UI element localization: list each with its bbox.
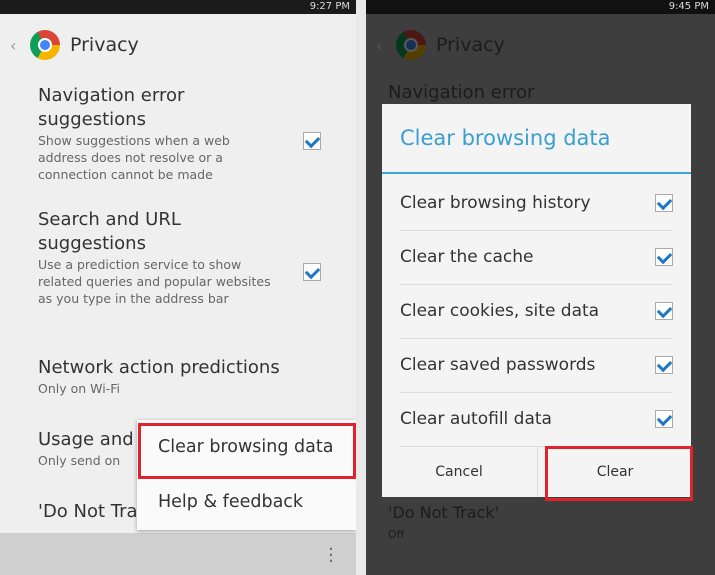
option-label: Clear the cache <box>400 247 534 267</box>
action-bar: ‹ Privacy <box>0 14 356 76</box>
action-bar: ‹ Privacy <box>366 14 715 76</box>
setting-navigation-error[interactable]: Navigation error suggestions Show sugges… <box>38 84 276 183</box>
checkbox-icon[interactable] <box>655 410 673 428</box>
chrome-logo-icon[interactable] <box>396 30 426 60</box>
status-time: 9:45 PM <box>668 1 709 12</box>
status-time: 9:27 PM <box>309 1 350 12</box>
right-screen: 9:45 PM ‹ Privacy Navigation error 'Do N… <box>366 0 715 575</box>
background-setting-title: Navigation error <box>388 82 535 103</box>
cancel-button[interactable]: Cancel <box>382 447 536 497</box>
overflow-menu-icon[interactable]: · · · <box>328 541 334 571</box>
checkbox-icon[interactable] <box>655 302 673 320</box>
highlight-box <box>545 446 693 501</box>
back-chevron-icon[interactable]: ‹ <box>10 36 24 55</box>
screen-title: Privacy <box>436 34 505 56</box>
search-url-checkbox[interactable] <box>303 263 321 281</box>
navigation-error-checkbox[interactable] <box>303 132 321 150</box>
setting-description: Use a prediction service to show related… <box>38 257 271 306</box>
screen-title: Privacy <box>70 34 139 56</box>
setting-description: Show suggestions when a web address does… <box>38 133 230 182</box>
checkbox-icon[interactable] <box>655 248 673 266</box>
checkbox-icon[interactable] <box>655 356 673 374</box>
dialog-divider <box>382 172 691 174</box>
option-clear-passwords[interactable]: Clear saved passwords <box>400 339 673 393</box>
option-label: Clear browsing history <box>400 193 591 213</box>
background-do-not-track-value: Off <box>388 528 405 541</box>
status-bar: 9:45 PM <box>366 0 715 14</box>
setting-search-url[interactable]: Search and URL suggestions Use a predict… <box>38 208 276 307</box>
option-clear-history[interactable]: Clear browsing history <box>400 177 673 231</box>
back-chevron-icon[interactable]: ‹ <box>376 36 390 55</box>
setting-title: Navigation error suggestions <box>38 85 185 130</box>
option-label: Clear saved passwords <box>400 355 596 375</box>
option-clear-cache[interactable]: Clear the cache <box>400 231 673 285</box>
setting-network-predictions[interactable]: Network action predictions Only on Wi-Fi <box>38 356 338 397</box>
option-label: Clear cookies, site data <box>400 301 600 321</box>
menu-item-help-feedback[interactable]: Help & feedback <box>137 475 356 530</box>
option-clear-cookies[interactable]: Clear cookies, site data <box>400 285 673 339</box>
setting-title: Search and URL suggestions <box>38 209 181 254</box>
setting-description: Only on Wi-Fi <box>38 381 120 396</box>
checkbox-icon[interactable] <box>655 194 673 212</box>
option-clear-autofill[interactable]: Clear autofill data <box>400 393 673 447</box>
left-screen: 9:27 PM ‹ Privacy Navigation error sugge… <box>0 0 356 575</box>
bottom-bar: · · · <box>0 533 356 575</box>
option-label: Clear autofill data <box>400 409 552 429</box>
chrome-logo-icon[interactable] <box>30 30 60 60</box>
background-do-not-track: 'Do Not Track' <box>388 503 499 522</box>
dialog-title: Clear browsing data <box>400 126 611 150</box>
clear-browsing-data-dialog: Clear browsing data Clear browsing histo… <box>382 104 691 497</box>
highlight-box <box>138 423 356 479</box>
status-bar: 9:27 PM <box>0 0 356 14</box>
setting-title: Network action predictions <box>38 357 280 378</box>
